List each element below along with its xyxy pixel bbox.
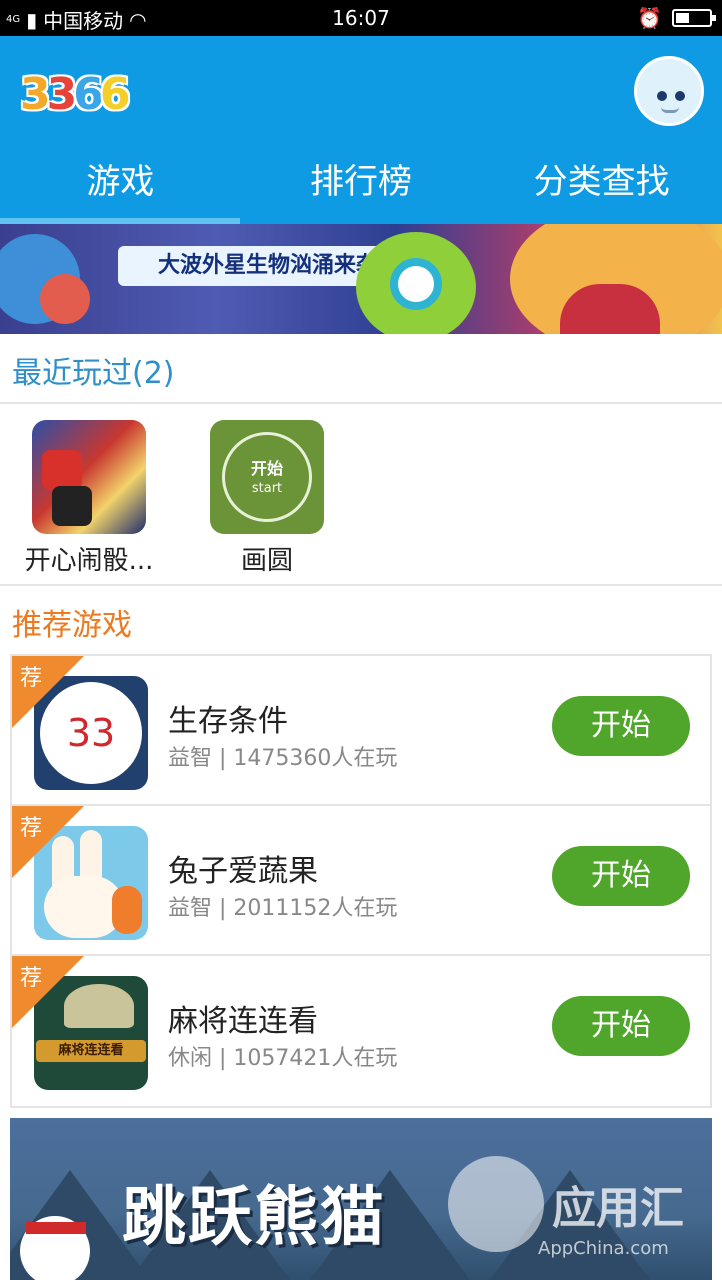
app-header: 3366 游戏 排行榜 分类查找 [0, 36, 722, 224]
battery-icon [672, 9, 716, 27]
recent-game-label: 画圆 [240, 546, 293, 576]
game-meta: 益智 | 1475360人在玩 [168, 746, 398, 771]
start-circle-icon: 开始 start [222, 432, 312, 522]
alarm-icon: ⏰ [637, 6, 662, 30]
logo-letter: 6 [73, 68, 104, 120]
battery-tip [712, 15, 716, 21]
dice-icon [42, 450, 82, 490]
user-avatar[interactable] [634, 56, 704, 126]
recent-game-circle[interactable]: 开始 start 画圆 [192, 420, 342, 577]
start-button[interactable]: 开始 [552, 696, 690, 756]
recent-game-label: 开心闹骰... [24, 546, 154, 576]
watermark-text: 应用汇 [552, 1183, 684, 1234]
appchina-logo-icon [448, 1156, 544, 1252]
logo-letter: 6 [99, 68, 131, 120]
promo-banner[interactable]: 大波外星生物汹涌来袭 [0, 224, 722, 334]
mahjong-title-plate: 麻将连连看 [36, 1040, 146, 1062]
list-item[interactable]: 荐 兔子爱蔬果 益智 | 2011152人在玩 开始 [12, 806, 710, 956]
logo-letter: 3 [46, 68, 78, 120]
recommended-game-list: 33 荐 生存条件 益智 | 1475360人在玩 开始 荐 兔子爱蔬果 益智 … [10, 654, 712, 1108]
tab-bar: 游戏 排行榜 分类查找 [0, 146, 722, 224]
dice-game-icon [32, 420, 146, 534]
avatar-eye-left [657, 91, 667, 101]
list-item[interactable]: 33 荐 生存条件 益智 | 1475360人在玩 开始 [12, 656, 710, 806]
icon-start-en: start [251, 481, 283, 496]
logo-text: 3366 [20, 68, 131, 120]
panda-headband-icon [26, 1222, 86, 1234]
recommended-section-title: 推荐游戏 [12, 608, 132, 643]
recent-game-dice[interactable]: 开心闹骰... [14, 420, 164, 577]
avatar-mouth [661, 107, 679, 113]
tab-games[interactable]: 游戏 [0, 146, 241, 224]
divider [0, 402, 722, 404]
divider [0, 584, 722, 586]
app-logo[interactable]: 3366 [20, 66, 131, 122]
status-right: ⏰ [637, 6, 716, 30]
recommend-badge-text: 荐 [20, 966, 43, 991]
icon-start-cn: 开始 [250, 459, 283, 478]
tab-ranking[interactable]: 排行榜 [241, 146, 482, 224]
avatar-eye-right [675, 91, 685, 101]
draw-circle-game-icon: 开始 start [210, 420, 324, 534]
game-name: 兔子爱蔬果 [168, 854, 318, 889]
recommend-badge-text: 荐 [20, 816, 43, 841]
status-bar: 4G ▮ 中国移动 ◠ 16:07 ⏰ [0, 0, 722, 36]
battery-fill [676, 13, 689, 23]
game-name: 生存条件 [168, 704, 288, 739]
game-name: 麻将连连看 [168, 1004, 318, 1039]
game-meta: 休闲 | 1057421人在玩 [168, 1046, 398, 1071]
game-meta: 益智 | 2011152人在玩 [168, 896, 398, 921]
start-button[interactable]: 开始 [552, 846, 690, 906]
status-time: 16:07 [332, 6, 390, 30]
dice-icon [52, 486, 92, 526]
list-item[interactable]: 麻将连连看 荐 麻将连连看 休闲 | 1057421人在玩 开始 [12, 956, 710, 1106]
recommend-badge-text: 荐 [20, 666, 43, 691]
monster-green-eye [390, 258, 442, 310]
recent-section-title: 最近玩过(2) [12, 356, 175, 391]
carrot-icon [112, 886, 142, 934]
watermark-subtext: AppChina.com [538, 1238, 669, 1259]
banner-game-title: 跳跃熊猫 [122, 1181, 386, 1255]
start-button[interactable]: 开始 [552, 996, 690, 1056]
monster-red-eye [40, 274, 90, 324]
logo-letter: 3 [20, 68, 51, 120]
tab-category-search[interactable]: 分类查找 [481, 146, 722, 224]
